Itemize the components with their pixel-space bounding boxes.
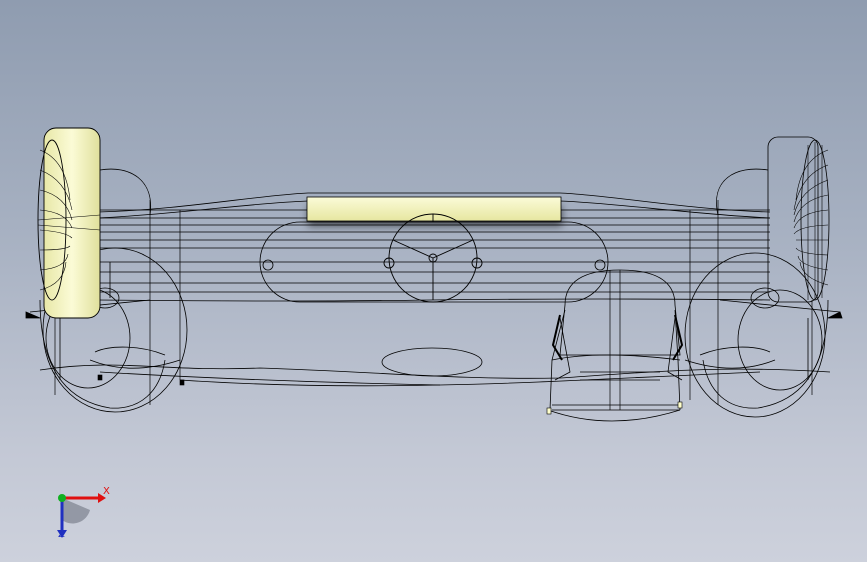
reference-triad: X Z bbox=[40, 480, 120, 550]
left-wheel bbox=[37, 127, 101, 319]
right-wheel bbox=[767, 136, 830, 303]
steering-wheel bbox=[383, 213, 483, 303]
seat bbox=[549, 269, 684, 411]
markers bbox=[97, 374, 683, 415]
z-axis-label: Z bbox=[58, 529, 65, 540]
x-axis-label: X bbox=[103, 486, 110, 497]
vertical-lines bbox=[54, 200, 813, 410]
graphics-viewport[interactable]: X Z bbox=[0, 0, 867, 562]
steering-rod bbox=[306, 196, 562, 222]
right-wheel-housing bbox=[684, 168, 829, 418]
car-wireframe-model[interactable] bbox=[0, 0, 867, 562]
y-axis-dot bbox=[58, 494, 66, 502]
